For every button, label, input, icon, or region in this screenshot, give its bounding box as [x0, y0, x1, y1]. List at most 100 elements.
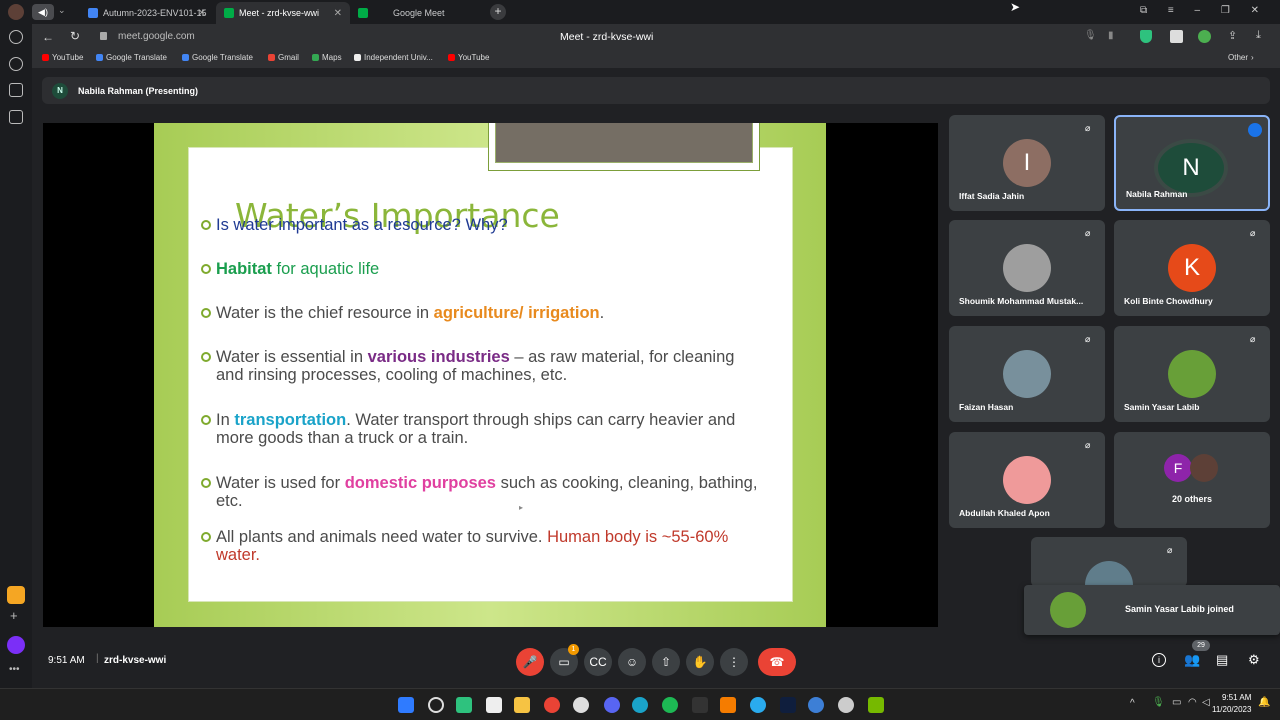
bookmark-google-translate-2[interactable]: Google Translate	[182, 53, 253, 62]
bullet-text: Habitat for aquatic life	[216, 260, 766, 278]
leave-call-button[interactable]: ☎	[758, 648, 796, 676]
badge-3-icon[interactable]	[9, 83, 23, 97]
translate-icon	[182, 54, 189, 61]
spotify-icon[interactable]	[662, 697, 678, 713]
bookmark-icon[interactable]: ▮	[1108, 30, 1114, 41]
tab-meet[interactable]: Meet - zrd-kvse-wwi ✕	[216, 2, 350, 24]
tab-google-meet[interactable]: Google Meet	[350, 2, 484, 24]
screenshot-icon[interactable]	[9, 110, 23, 124]
participant-tile[interactable]: Faizan Hasan ⌀	[949, 326, 1105, 422]
taskbar-time[interactable]: 9:51 AM	[1222, 693, 1251, 702]
bookmark-youtube[interactable]: YouTube	[42, 53, 83, 62]
url-field[interactable]: meet.google.com	[118, 31, 195, 42]
mail-app-icon[interactable]	[7, 586, 25, 604]
close-icon[interactable]: ✕	[198, 8, 206, 19]
qbittorrent-icon[interactable]	[808, 697, 824, 713]
participant-tile[interactable]: ⌀	[1031, 537, 1187, 587]
start-icon[interactable]	[398, 697, 414, 713]
captions-button[interactable]: CC	[584, 648, 612, 676]
tab-autumn-env101[interactable]: Autumn-2023-ENV101-15 ✕	[80, 2, 214, 24]
meeting-controls: 9:51 AM | zrd-kvse-wwi 🎤 ▭ 1 CC ☺ ⇧ ✋ ⋮ …	[32, 640, 1280, 680]
info-icon[interactable]: i	[1152, 653, 1166, 667]
bookmark-gmail[interactable]: Gmail	[268, 53, 299, 62]
taskbar-date[interactable]: 11/20/2023	[1212, 705, 1251, 714]
emoji-button[interactable]: ☺	[618, 648, 646, 676]
yandex-icon[interactable]	[573, 697, 589, 713]
file-explorer-icon[interactable]	[514, 697, 530, 713]
player-icon[interactable]	[9, 57, 23, 71]
others-tile[interactable]: F 20 others	[1114, 432, 1270, 528]
discord-icon[interactable]	[604, 697, 620, 713]
toast-text: Samin Yasar Labib joined	[1125, 604, 1234, 614]
share-icon[interactable]: ⇪	[1228, 29, 1237, 42]
widgets-icon[interactable]	[456, 697, 472, 713]
assistant-icon[interactable]	[7, 636, 25, 654]
mic-permission-icon[interactable]: 🎙	[1084, 30, 1097, 41]
edge-icon[interactable]	[632, 697, 648, 713]
menu-icon[interactable]: ≡	[1168, 5, 1174, 16]
tray-mic-icon[interactable]: 🎙	[1152, 697, 1165, 708]
new-tab-button[interactable]: +	[490, 4, 506, 20]
store-icon[interactable]	[486, 697, 502, 713]
bookmark-maps[interactable]: Maps	[312, 53, 342, 62]
extensions-icon[interactable]: ⧉	[1140, 5, 1147, 16]
activities-icon[interactable]: ⚙	[1248, 652, 1260, 668]
meet-icon	[224, 8, 234, 18]
history-icon[interactable]	[9, 30, 23, 44]
tray-wifi-icon[interactable]: ◠	[1188, 697, 1197, 708]
close-window-icon[interactable]: ✕	[1251, 5, 1259, 16]
more-icon[interactable]: •••	[9, 664, 20, 675]
nvidia-icon[interactable]	[868, 697, 884, 713]
close-icon[interactable]: ✕	[334, 8, 342, 19]
telegram-icon[interactable]	[750, 697, 766, 713]
mic-off-button[interactable]: 🎤	[516, 648, 544, 676]
reload-icon[interactable]: ↻	[70, 29, 80, 43]
more-options-button[interactable]: ⋮	[720, 648, 748, 676]
present-button[interactable]: ⇧	[652, 648, 680, 676]
browser-profile-avatar[interactable]	[8, 4, 24, 20]
tray-chevron-icon[interactable]: ^	[1130, 698, 1135, 709]
bookmark-independent-univ[interactable]: Independent Univ...	[354, 53, 433, 62]
add-app-icon[interactable]: +	[10, 608, 18, 623]
bullet-text: Water is the chief resource in agricultu…	[216, 304, 766, 322]
vlc-icon[interactable]	[720, 697, 736, 713]
chrome-alt-icon[interactable]	[838, 697, 854, 713]
restore-icon[interactable]: ❐	[1221, 5, 1230, 16]
minimize-icon[interactable]: –	[1195, 5, 1201, 16]
notification-icon[interactable]: 🔔	[1258, 697, 1270, 708]
participant-tile[interactable]: Abdullah Khaled Apon ⌀	[949, 432, 1105, 528]
tab-list-chevron-icon[interactable]: ⌄	[58, 5, 66, 16]
shield-icon[interactable]	[1140, 30, 1152, 43]
participant-tile[interactable]: K Koli Binte Chowdhury ⌀	[1114, 220, 1270, 316]
avatar-photo	[1003, 244, 1051, 292]
presenting-banner: N Nabila Rahman (Presenting)	[42, 77, 1270, 104]
download-icon[interactable]: ⤓	[1256, 29, 1261, 42]
bullet-icon	[201, 352, 211, 362]
raise-hand-button[interactable]: ✋	[686, 648, 714, 676]
back-icon[interactable]: ←	[42, 30, 54, 44]
bullet-text-part: agriculture/ irrigation	[433, 304, 600, 322]
people-icon[interactable]: 👥	[1184, 652, 1200, 668]
tray-network-icon[interactable]: ▭	[1172, 697, 1181, 708]
participant-tile-active[interactable]: N Nabila Rahman	[1114, 115, 1270, 211]
epic-icon[interactable]	[692, 697, 708, 713]
chrome-icon[interactable]	[544, 697, 560, 713]
bullet-icon	[201, 220, 211, 230]
translate-ext-icon[interactable]	[1198, 30, 1211, 43]
participant-tile[interactable]: I Iffat Sadia Jahin ⌀	[949, 115, 1105, 211]
chat-icon[interactable]: ▤	[1216, 652, 1228, 668]
tab-audio-icon[interactable]: ◀)	[32, 4, 54, 20]
participant-tile[interactable]: Shoumik Mohammad Mustak... ⌀	[949, 220, 1105, 316]
avatar: I	[1003, 139, 1051, 187]
extension-icon[interactable]	[1170, 30, 1183, 43]
bookmark-other[interactable]: Other ›	[1228, 53, 1254, 62]
bookmark-youtube-2[interactable]: YouTube	[448, 53, 489, 62]
participant-tile[interactable]: Samin Yasar Labib ⌀	[1114, 326, 1270, 422]
photoshop-icon[interactable]	[780, 697, 796, 713]
tray-volume-icon[interactable]: ◁	[1202, 697, 1210, 708]
search-icon[interactable]	[428, 697, 444, 713]
participant-name: Nabila Rahman	[1126, 189, 1188, 199]
participant-name: Faizan Hasan	[959, 402, 1014, 412]
mic-off-icon: ⌀	[1085, 334, 1091, 344]
bookmark-google-translate[interactable]: Google Translate	[96, 53, 167, 62]
